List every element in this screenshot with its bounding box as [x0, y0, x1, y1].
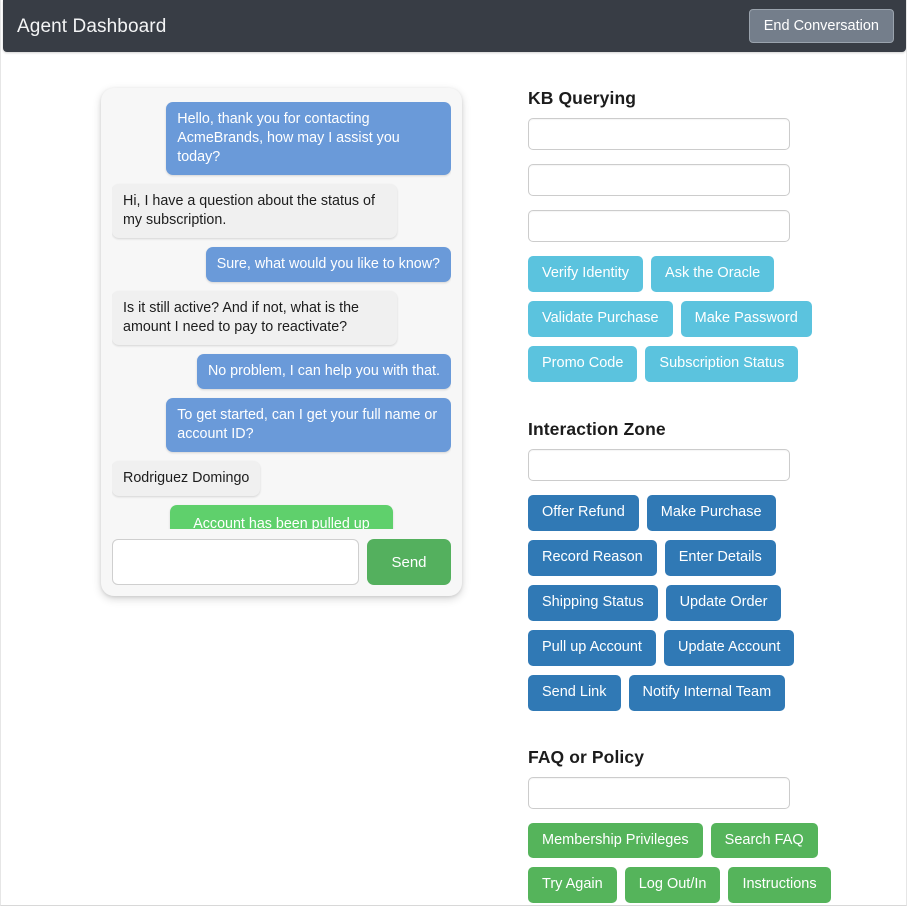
kb-query-input-1[interactable] — [528, 118, 790, 150]
interaction-zone-button-group: Offer Refund Make Purchase Record Reason En… — [528, 494, 858, 711]
interaction-button-record-reason[interactable]: Record Reason — [528, 539, 657, 576]
kb-button-validate-purchase[interactable]: Validate Purchase — [528, 300, 673, 337]
chat-composer: Send — [112, 539, 451, 585]
chat-message-row: Hi, I have a question about the status o… — [112, 184, 451, 238]
chat-bubble-agent: To get started, can I get your full name… — [166, 398, 451, 452]
kb-button-make-password[interactable]: Make Password — [680, 300, 812, 337]
faq-or-policy-section: FAQ or Policy Membership Privileges Searc… — [528, 747, 868, 904]
spacer-kb — [528, 382, 868, 419]
chat-bubble-user: Hi, I have a question about the status o… — [112, 184, 397, 238]
chat-message-input[interactable] — [112, 539, 359, 585]
interaction-zone-input-1[interactable] — [528, 448, 790, 481]
interaction-button-enter-details[interactable]: Enter Details — [664, 539, 776, 576]
chat-message-row: Sure, what would you like to know? — [112, 247, 451, 282]
chat-message-row: Rodriguez Domingo — [112, 461, 451, 496]
kb-query-input-2[interactable] — [528, 164, 790, 196]
faq-button-search-faq[interactable]: Search FAQ — [710, 822, 818, 859]
send-button[interactable]: Send — [367, 539, 451, 585]
kb-button-subscription-status[interactable]: Subscription Status — [645, 345, 799, 382]
interaction-zone-section: Interaction Zone Offer Refund Make Purcha… — [528, 419, 868, 711]
page-title: Agent Dashboard — [17, 15, 167, 37]
faq-button-instructions[interactable]: Instructions — [728, 867, 831, 904]
app-page: Agent Dashboard End Conversation Hello, … — [0, 0, 907, 906]
kb-button-ask-the-oracle[interactable]: Ask the Oracle — [651, 256, 775, 292]
chat-bubble-agent: Hello, thank you for contacting AcmeBran… — [166, 102, 451, 175]
kb-querying-title: KB Querying — [528, 88, 637, 108]
interaction-button-send-link[interactable]: Send Link — [528, 674, 621, 711]
interaction-button-pull-up-account[interactable]: Pull up Account — [528, 629, 656, 666]
faq-button-membership-privileges[interactable]: Membership Privileges — [528, 822, 703, 859]
tools-sidebar: KB Querying Verify Identity Ask the Oracl… — [528, 88, 868, 904]
interaction-button-make-purchase[interactable]: Make Purchase — [646, 494, 776, 531]
faq-or-policy-button-group: Membership Privileges Search FAQ Try Again… — [528, 822, 858, 904]
chat-message-list: Hello, thank you for contacting AcmeBran… — [112, 102, 451, 529]
chat-message-row: Is it still active? And if not, what is … — [112, 291, 451, 345]
faq-or-policy-title: FAQ or Policy — [528, 746, 645, 767]
interaction-zone-title: Interaction Zone — [528, 418, 666, 439]
chat-bubble-user: Rodriguez Domingo — [112, 461, 261, 496]
end-conversation-button[interactable]: End Conversation — [748, 8, 894, 44]
interaction-button-update-order[interactable]: Update Order — [665, 584, 782, 621]
interaction-button-update-account[interactable]: Update Account — [663, 629, 795, 666]
interaction-button-offer-refund[interactable]: Offer Refund — [528, 494, 639, 531]
top-navbar: Agent Dashboard End Conversation — [3, 0, 906, 52]
chat-message-row: Account has been pulled up for Rodriguez… — [112, 505, 451, 529]
kb-button-promo-code[interactable]: Promo Code — [528, 345, 638, 382]
chat-bubble-agent: No problem, I can help you with that. — [196, 354, 451, 389]
interaction-button-shipping-status[interactable]: Shipping Status — [528, 584, 658, 621]
chat-message-row: To get started, can I get your full name… — [112, 398, 451, 452]
faq-input-1[interactable] — [528, 776, 790, 809]
chat-message-row: No problem, I can help you with that. — [112, 354, 451, 389]
chat-message-row: Hello, thank you for contacting AcmeBran… — [112, 102, 451, 175]
chat-panel: Hello, thank you for contacting AcmeBran… — [101, 88, 462, 596]
main-content: Hello, thank you for contacting AcmeBran… — [1, 52, 906, 905]
chat-bubble-system: Account has been pulled up for Rodriguez… — [169, 505, 394, 529]
kb-button-verify-identity[interactable]: Verify Identity — [528, 256, 644, 292]
kb-query-input-3[interactable] — [528, 210, 790, 242]
spacer-iz — [528, 711, 868, 747]
faq-button-log-out-in[interactable]: Log Out/In — [624, 867, 721, 904]
chat-bubble-user: Is it still active? And if not, what is … — [112, 291, 397, 345]
kb-querying-button-group: Verify Identity Ask the Oracle Validate Pu… — [528, 256, 858, 382]
interaction-button-notify-internal-team[interactable]: Notify Internal Team — [628, 674, 786, 711]
kb-querying-section: KB Querying Verify Identity Ask the Oracl… — [528, 88, 868, 382]
chat-bubble-agent: Sure, what would you like to know? — [205, 247, 451, 282]
faq-button-try-again[interactable]: Try Again — [528, 867, 617, 904]
